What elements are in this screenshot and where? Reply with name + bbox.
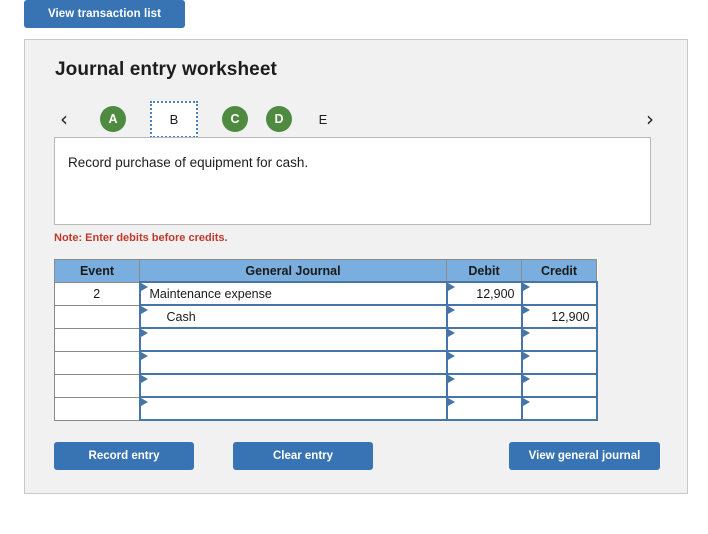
cell-credit-input[interactable] xyxy=(520,396,598,421)
cell-credit-value: 12,900 xyxy=(551,309,590,324)
tab-c[interactable]: C xyxy=(222,106,248,132)
cell-debit-input[interactable] xyxy=(445,327,523,352)
column-header-credit: Credit xyxy=(521,259,597,283)
cell-event xyxy=(54,396,140,421)
column-header-event: Event xyxy=(54,259,140,283)
transaction-description-box: Record purchase of equipment for cash. xyxy=(54,137,651,225)
dropdown-triangle-icon xyxy=(522,398,530,406)
chevron-left-icon[interactable]: ‹ xyxy=(53,105,75,133)
dropdown-triangle-icon xyxy=(140,283,148,291)
dropdown-triangle-icon xyxy=(522,375,530,383)
cell-account-input[interactable] xyxy=(138,350,448,375)
dropdown-triangle-icon xyxy=(447,398,455,406)
dropdown-triangle-icon xyxy=(140,306,148,314)
table-row xyxy=(54,327,598,352)
cell-debit-input[interactable]: 12,900 xyxy=(445,281,523,306)
journal-entry-panel: Journal entry worksheet ‹ A B C D E › Re… xyxy=(24,39,688,494)
column-header-journal: General Journal xyxy=(139,259,447,283)
cell-event xyxy=(54,304,140,329)
clear-entry-button[interactable]: Clear entry xyxy=(233,442,373,470)
dropdown-triangle-icon xyxy=(140,398,148,406)
transaction-description-text: Record purchase of equipment for cash. xyxy=(68,155,309,170)
view-general-journal-button[interactable]: View general journal xyxy=(509,442,660,470)
worksheet-tab-strip: ‹ A B C D E › xyxy=(53,98,661,140)
page-title: Journal entry worksheet xyxy=(55,59,277,80)
dropdown-triangle-icon xyxy=(522,329,530,337)
dropdown-triangle-icon xyxy=(447,283,455,291)
column-header-debit: Debit xyxy=(446,259,522,283)
dropdown-triangle-icon xyxy=(140,352,148,360)
table-header-row: Event General Journal Debit Credit xyxy=(54,259,597,283)
table-row: Cash 12,900 xyxy=(54,304,598,329)
journal-entry-table: Event General Journal Debit Credit 2 Mai… xyxy=(54,259,598,421)
tab-b[interactable]: B xyxy=(150,100,198,138)
dropdown-triangle-icon xyxy=(140,375,148,383)
cell-account-input[interactable] xyxy=(138,327,448,352)
cell-event xyxy=(54,327,140,352)
record-entry-button[interactable]: Record entry xyxy=(54,442,194,470)
cell-account-input[interactable]: Cash xyxy=(138,304,448,329)
dropdown-triangle-icon xyxy=(447,352,455,360)
table-row: 2 Maintenance expense 12,900 xyxy=(54,281,598,306)
cell-event: 2 xyxy=(54,281,140,306)
table-row xyxy=(54,373,598,398)
cell-event xyxy=(54,350,140,375)
dropdown-triangle-icon xyxy=(447,306,455,314)
cell-credit-input[interactable] xyxy=(520,350,598,375)
cell-debit-input[interactable] xyxy=(445,304,523,329)
dropdown-triangle-icon xyxy=(447,375,455,383)
dropdown-triangle-icon xyxy=(447,329,455,337)
debits-before-credits-note: Note: Enter debits before credits. xyxy=(54,232,228,244)
cell-account-text: Maintenance expense xyxy=(149,286,272,301)
tab-list: A B C D E xyxy=(100,98,336,140)
dropdown-triangle-icon xyxy=(522,306,530,314)
table-row xyxy=(54,396,598,421)
table-row xyxy=(54,350,598,375)
cell-debit-input[interactable] xyxy=(445,373,523,398)
dropdown-triangle-icon xyxy=(522,283,530,291)
cell-account-input[interactable] xyxy=(138,396,448,421)
tab-d[interactable]: D xyxy=(266,106,292,132)
cell-debit-value: 12,900 xyxy=(476,286,515,301)
dropdown-triangle-icon xyxy=(522,352,530,360)
cell-event xyxy=(54,373,140,398)
tab-e[interactable]: E xyxy=(310,106,336,132)
view-transaction-list-button[interactable]: View transaction list xyxy=(24,0,185,28)
cell-account-input[interactable]: Maintenance expense xyxy=(138,281,448,306)
cell-account-input[interactable] xyxy=(138,373,448,398)
tab-a[interactable]: A xyxy=(100,106,126,132)
cell-credit-input[interactable] xyxy=(520,327,598,352)
cell-debit-input[interactable] xyxy=(445,350,523,375)
cell-credit-input[interactable] xyxy=(520,281,598,306)
cell-credit-input[interactable]: 12,900 xyxy=(520,304,598,329)
chevron-right-icon[interactable]: › xyxy=(639,105,661,133)
cell-account-text: Cash xyxy=(166,309,196,324)
dropdown-triangle-icon xyxy=(140,329,148,337)
cell-debit-input[interactable] xyxy=(445,396,523,421)
cell-credit-input[interactable] xyxy=(520,373,598,398)
